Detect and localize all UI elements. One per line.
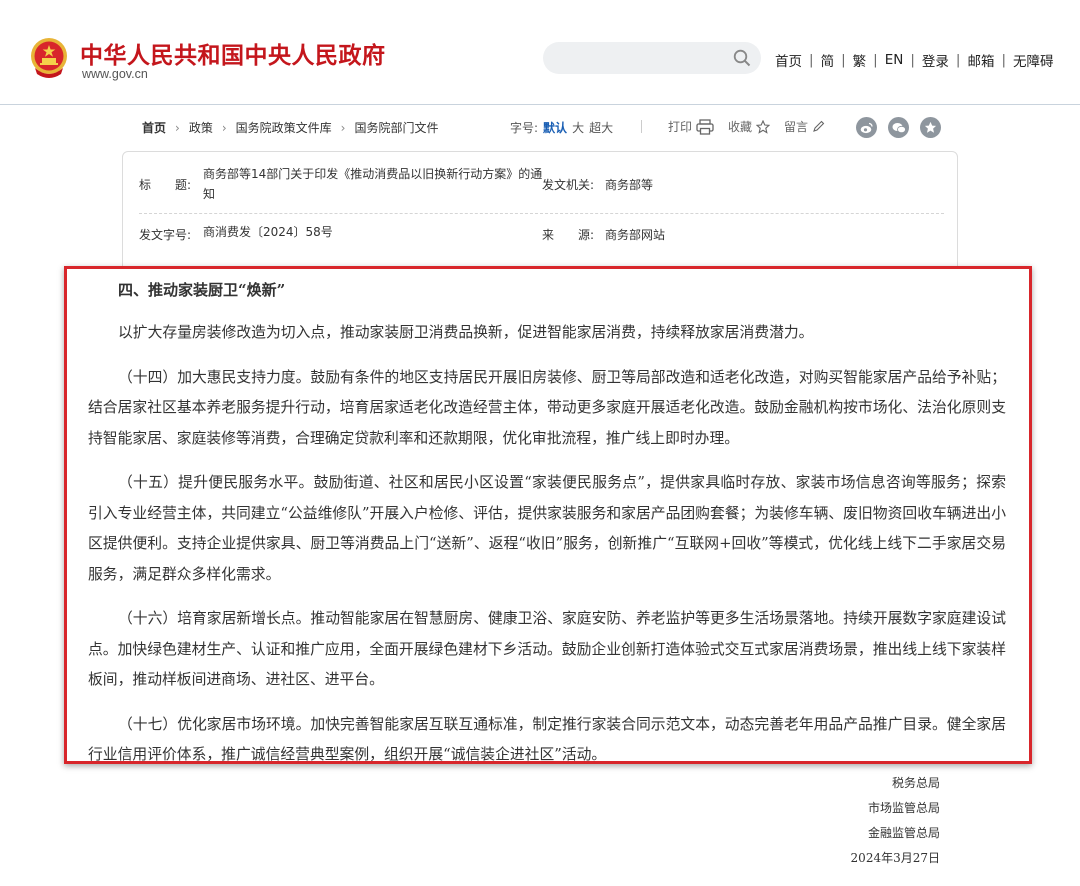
top-nav: 首页 | 简 | 繁 | EN | 登录 | 邮箱 | 无障碍	[775, 50, 1054, 70]
nav-separator: |	[841, 52, 846, 68]
nav-separator: |	[809, 52, 814, 68]
search-box[interactable]	[543, 42, 761, 74]
breadcrumb-policy[interactable]: 政策	[189, 119, 213, 136]
print-label: 打印	[668, 120, 693, 134]
paragraph-17: （十七）优化家居市场环境。加快完善智能家居互联互通标准，制定推行家装合同示范文本…	[88, 715, 1006, 764]
paragraph-15: （十五）提升便民服务水平。鼓励街道、社区和居民小区设置“家装便民服务点”，提供家…	[88, 474, 1006, 583]
document-title: 商务部等14部门关于印发《推动消费品以旧换新行动方案》的通知	[203, 167, 543, 201]
toolbar-divider	[641, 120, 642, 133]
favorite-button[interactable]: 收藏	[728, 118, 771, 135]
pencil-icon	[813, 120, 825, 132]
font-size-default[interactable]: 默认	[543, 119, 567, 136]
chevron-right-icon: ›	[340, 120, 346, 135]
issuer-value: 商务部等	[605, 178, 654, 192]
source-value: 商务部网站	[605, 228, 666, 242]
wechat-icon[interactable]	[888, 117, 909, 138]
title-label: 标 题:	[139, 178, 192, 192]
search-input[interactable]	[557, 48, 721, 70]
breadcrumb-policy-library[interactable]: 国务院政策文件库	[236, 119, 332, 136]
paragraph-16: （十六）培育家居新增长点。推动智能家居在智慧厨房、健康卫浴、家庭安防、养老监护等…	[88, 610, 1006, 688]
comment-label: 留言	[784, 120, 809, 134]
intro-paragraph: 以扩大存量房装修改造为切入点，推动家装厨卫消费品换新，促进智能家居消费，持续释放…	[118, 324, 814, 341]
section-heading: 四、推动家装厨卫“焕新”	[118, 281, 286, 299]
doc-number-label: 发文字号:	[139, 228, 192, 242]
nav-login[interactable]: 登录	[922, 50, 949, 70]
font-size-xlarge[interactable]: 超大	[589, 119, 613, 136]
site-name[interactable]: 中华人民共和国中央人民政府	[80, 36, 386, 70]
share-icons	[856, 117, 952, 138]
article-body: 四、推动家装厨卫“焕新” 以扩大存量房装修改造为切入点，推动家装厨卫消费品换新，…	[88, 280, 1006, 785]
chevron-right-icon: ›	[221, 120, 227, 135]
chevron-right-icon: ›	[175, 120, 180, 135]
breadcrumb-dept-docs[interactable]: 国务院部门文件	[354, 119, 438, 136]
source-label: 来 源:	[542, 228, 595, 242]
nav-separator: |	[1001, 52, 1007, 68]
printer-icon	[696, 118, 714, 135]
doc-number-value: 商消费发〔2024〕58号	[203, 225, 333, 239]
nav-separator: |	[873, 52, 878, 68]
breadcrumb: 首页 › 政策 › 国务院政策文件库 › 国务院部门文件	[142, 119, 439, 136]
document-date: 2024年3月27日	[850, 851, 940, 865]
font-size-large[interactable]: 大	[572, 119, 584, 136]
nav-simplified[interactable]: 简	[821, 50, 835, 70]
signatory-financial-regulation: 金融监管总局	[867, 826, 940, 840]
nav-separator: |	[955, 52, 961, 68]
comment-button[interactable]: 留言	[784, 118, 825, 135]
nav-english[interactable]: EN	[885, 52, 904, 68]
site-url[interactable]: www.gov.cn	[82, 67, 148, 81]
info-divider	[139, 213, 944, 214]
signatory-tax-admin: 税务总局	[891, 776, 940, 790]
star-icon[interactable]	[920, 117, 941, 138]
breadcrumb-home[interactable]: 首页	[142, 119, 166, 136]
site-header: 中华人民共和国中央人民政府 www.gov.cn 首页 | 简 | 繁 | EN | 登…	[0, 0, 1080, 105]
nav-accessibility[interactable]: 无障碍	[1013, 50, 1054, 70]
signatory-market-regulation: 市场监管总局	[867, 801, 940, 815]
issuer-label: 发文机关:	[542, 178, 595, 192]
highlighted-article-section: 四、推动家装厨卫“焕新” 以扩大存量房装修改造为切入点，推动家装厨卫消费品换新，…	[64, 266, 1032, 764]
search-icon[interactable]	[733, 49, 751, 67]
nav-separator: |	[910, 52, 915, 68]
national-emblem-icon[interactable]	[27, 36, 71, 80]
font-size-label: 字号:	[510, 121, 539, 135]
favorite-label: 收藏	[728, 120, 753, 134]
nav-mailbox[interactable]: 邮箱	[967, 50, 994, 70]
star-outline-icon	[756, 119, 771, 134]
paragraph-14: （十四）加大惠民支持力度。鼓励有条件的地区支持居民开展旧房装修、厨卫等局部改造和…	[88, 368, 1006, 447]
nav-home[interactable]: 首页	[775, 50, 802, 70]
nav-traditional[interactable]: 繁	[853, 50, 867, 70]
print-button[interactable]: 打印	[668, 118, 714, 135]
article-tools: 打印 收藏 留言	[668, 118, 839, 135]
weibo-icon[interactable]	[856, 117, 877, 138]
font-size-switcher: 字号: 默认 大 超大	[510, 119, 618, 136]
